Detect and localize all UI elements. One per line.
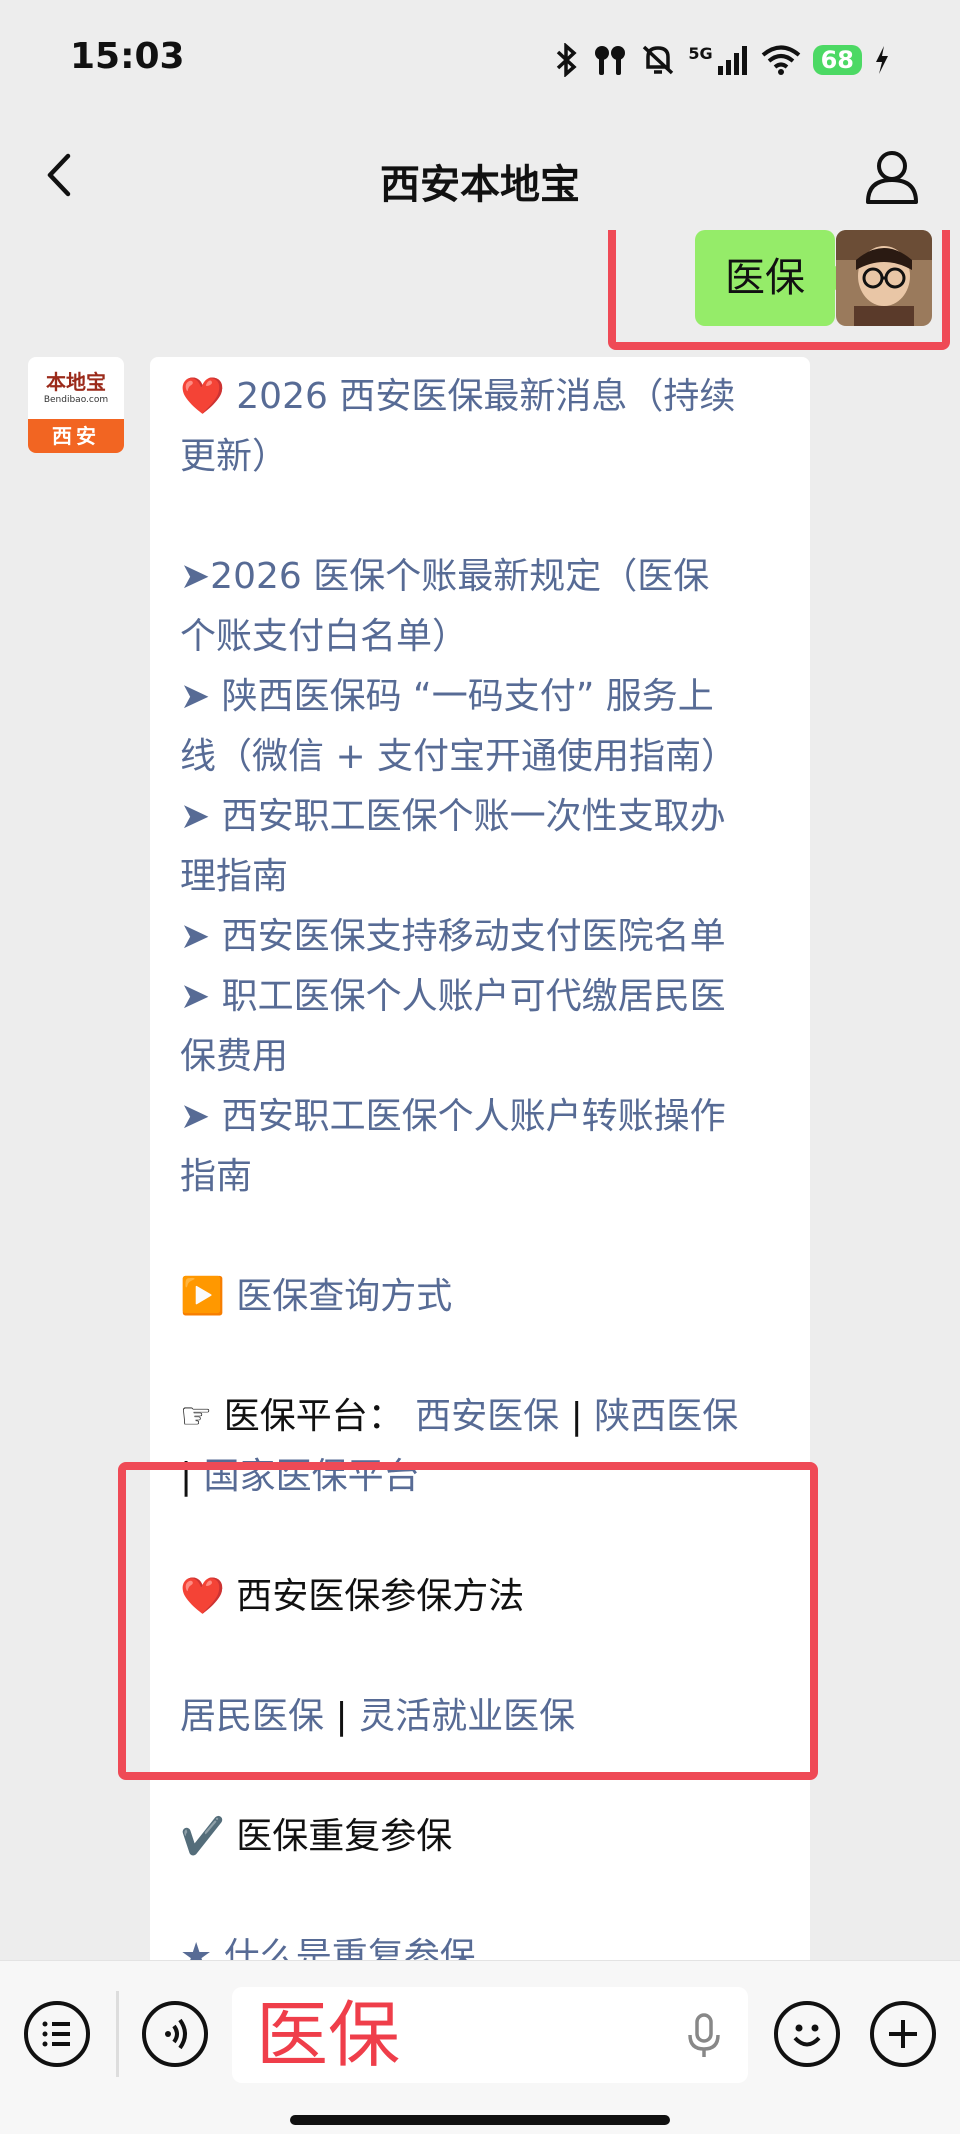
voice-input-icon[interactable] <box>142 2001 208 2067</box>
article-link[interactable]: 指南 <box>180 1147 252 1207</box>
xian-medical-link[interactable]: 西安医保 <box>415 1396 559 1437</box>
battery-indicator: 68 <box>812 45 862 75</box>
article-link[interactable]: 保费用 <box>180 1027 288 1087</box>
shaanxi-medical-link[interactable]: 陕西医保 <box>594 1396 738 1437</box>
article-link[interactable]: ➤ 西安医保支持移动支付医院名单 <box>180 907 726 967</box>
platform-label: ☞ 医保平台： <box>180 1396 404 1437</box>
wifi-icon <box>761 45 800 75</box>
logo-text: 本地宝 <box>46 370 106 394</box>
network-label: 5G <box>688 43 713 63</box>
chat-title: 西安本地宝 <box>380 162 580 208</box>
menu-list-icon[interactable] <box>24 2001 90 2067</box>
message-input[interactable]: 医保 <box>232 1987 748 2083</box>
article-link[interactable]: ➤ 西安职工医保个账一次性支取办 <box>180 787 726 847</box>
repeat-enroll-title: ✔️ 医保重复参保 <box>180 1816 453 1857</box>
microphone-icon[interactable] <box>684 2013 724 2059</box>
highlight-box-query-method <box>118 1462 818 1780</box>
article-link[interactable]: ➤2026 医保个账最新规定（医保 <box>180 547 709 607</box>
message-input-text: 医保 <box>256 1993 401 2077</box>
headline-link[interactable]: ❤️ 2026 西安医保最新消息（持续 <box>180 367 735 427</box>
article-link[interactable]: ➤ 职工医保个人账户可代缴居民医 <box>180 967 726 1027</box>
nav-bar: 西安本地宝 <box>0 120 960 230</box>
status-time: 15:03 <box>70 36 185 77</box>
divider <box>116 1991 119 2077</box>
status-icons: 5G 68 <box>554 40 890 80</box>
what-is-repeat-link[interactable]: ★ 什么是重复参保 <box>180 1927 476 1960</box>
article-link[interactable]: 理指南 <box>180 847 288 907</box>
mute-bell-icon <box>643 45 674 75</box>
article-link[interactable]: ➤ 陕西医保码 “一码支付” 服务上 <box>180 667 714 727</box>
bluetooth-icon <box>557 43 577 77</box>
highlight-box-my-message <box>608 230 950 350</box>
logo-city: 西安 <box>28 419 124 453</box>
emoji-icon[interactable] <box>774 2001 840 2067</box>
article-link[interactable]: 个账支付白名单） <box>180 607 468 667</box>
input-bar: 医保 <box>0 1960 960 2134</box>
home-indicator[interactable] <box>290 2115 670 2125</box>
account-avatar[interactable]: 本地宝 Bendibao.com 西安 <box>28 357 124 453</box>
headline-link-cont[interactable]: 更新） <box>180 427 288 487</box>
platform-line: ☞ 医保平台： 西安医保 | 陕西医保 <box>180 1387 738 1447</box>
chat-area[interactable]: 医保 本地宝 Bendibao.com 西安 ❤️ 2026 西安医保最新消息（… <box>0 230 960 1960</box>
signal-icon <box>717 46 747 75</box>
article-link[interactable]: ➤ 西安职工医保个人账户转账操作 <box>180 1087 726 1147</box>
logo-subtext: Bendibao.com <box>43 395 109 405</box>
earbuds-icon <box>595 46 626 75</box>
separator: | <box>570 1396 583 1437</box>
profile-icon[interactable] <box>862 146 922 206</box>
add-more-icon[interactable] <box>870 2001 936 2067</box>
query-method-title[interactable]: ▶️ 医保查询方式 <box>180 1267 452 1327</box>
article-link[interactable]: 线（微信 + 支付宝开通使用指南） <box>180 727 737 787</box>
status-bar: 15:03 5G 68 <box>0 0 960 120</box>
charging-icon <box>876 46 888 74</box>
